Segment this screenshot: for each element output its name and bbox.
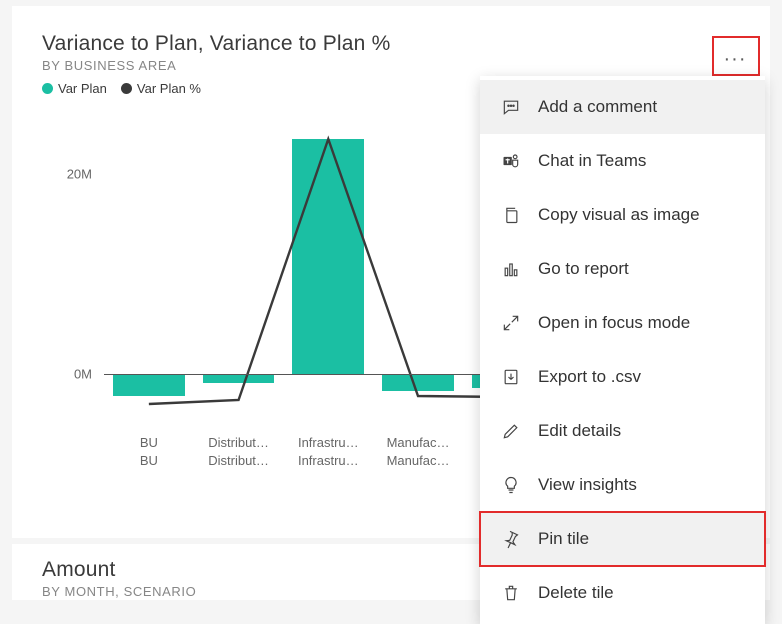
menu-item-insights[interactable]: View insights: [480, 458, 765, 512]
menu-item-highlight: [479, 511, 766, 567]
chart-title: Variance to Plan, Variance to Plan %: [42, 32, 740, 56]
menu-item-pin-tile[interactable]: Pin tile: [480, 512, 765, 566]
menu-item-label: Pin tile: [538, 529, 589, 549]
pin-icon: [500, 528, 522, 550]
x-tick-label: BU BU: [104, 434, 194, 504]
chart-subtitle: BY BUSINESS AREA: [42, 58, 740, 73]
menu-item-label: Edit details: [538, 421, 621, 441]
menu-item-export-csv[interactable]: Export to .csv: [480, 350, 765, 404]
x-tick-label: Infrastru… Infrastru…: [283, 434, 373, 504]
y-tick-label: 20M: [67, 167, 92, 182]
menu-item-label: Copy visual as image: [538, 205, 700, 225]
menu-item-label: Chat in Teams: [538, 151, 646, 171]
legend-item[interactable]: Var Plan: [42, 81, 107, 96]
more-options-button[interactable]: ···: [720, 48, 750, 70]
trash-icon: [500, 582, 522, 604]
teams-icon: [500, 150, 522, 172]
bulb-icon: [500, 474, 522, 496]
menu-item-copy-image[interactable]: Copy visual as image: [480, 188, 765, 242]
menu-item-go-report[interactable]: Go to report: [480, 242, 765, 296]
legend-label: Var Plan: [58, 81, 107, 96]
expand-icon: [500, 312, 522, 334]
bars-icon: [500, 258, 522, 280]
legend-swatch-icon: [42, 83, 53, 94]
y-tick-label: 0M: [74, 367, 92, 382]
menu-item-edit-details[interactable]: Edit details: [480, 404, 765, 458]
menu-item-add-comment[interactable]: Add a comment: [480, 80, 765, 134]
pencil-icon: [500, 420, 522, 442]
menu-item-label: Export to .csv: [538, 367, 641, 387]
context-menu: Add a comment Chat in Teams Copy visual as…: [480, 76, 765, 624]
legend-label: Var Plan %: [137, 81, 201, 96]
menu-item-label: View insights: [538, 475, 637, 495]
ellipsis-icon: ···: [724, 48, 747, 71]
legend-item[interactable]: Var Plan %: [121, 81, 201, 96]
export-icon: [500, 366, 522, 388]
menu-item-label: Go to report: [538, 259, 629, 279]
menu-item-chat-teams[interactable]: Chat in Teams: [480, 134, 765, 188]
copy-icon: [500, 204, 522, 226]
comment-icon: [500, 96, 522, 118]
menu-item-focus-mode[interactable]: Open in focus mode: [480, 296, 765, 350]
x-tick-label: Manufac… Manufac…: [373, 434, 463, 504]
y-axis: 0M 20M: [50, 124, 98, 424]
menu-item-label: Add a comment: [538, 97, 657, 117]
menu-item-label: Delete tile: [538, 583, 614, 603]
legend-swatch-icon: [121, 83, 132, 94]
menu-item-label: Open in focus mode: [538, 313, 690, 333]
x-tick-label: Distribut… Distribut…: [194, 434, 284, 504]
